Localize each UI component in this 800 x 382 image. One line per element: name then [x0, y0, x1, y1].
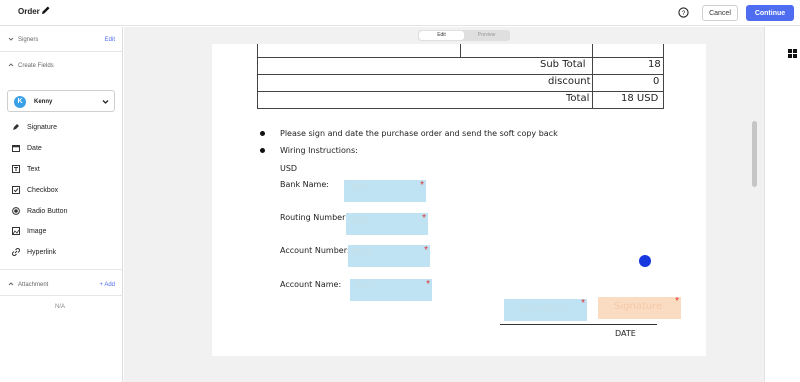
table-border: [257, 74, 664, 75]
document-title: Order: [18, 7, 40, 16]
required-mark: *: [422, 213, 426, 224]
table-border: [257, 91, 664, 92]
currency-text: USD: [280, 164, 298, 173]
date-label: DATE: [615, 329, 636, 338]
attachment-section-header[interactable]: Attachment + Add: [0, 275, 123, 295]
table-border: [460, 44, 461, 57]
account-name-text-field[interactable]: Text *: [350, 279, 432, 301]
cursor-indicator: [639, 255, 651, 267]
signer-avatar: K: [14, 96, 26, 108]
field-placeholder: Text: [353, 281, 374, 292]
continue-button[interactable]: Continue: [746, 5, 794, 21]
field-placeholder: Text: [351, 247, 372, 258]
add-attachment-link[interactable]: + Add: [99, 282, 115, 288]
field-placeholder: Signature: [614, 301, 663, 312]
account-name-label: Account Name:: [280, 280, 342, 289]
table-border: [257, 57, 664, 58]
field-placeholder: Text: [349, 215, 370, 226]
signers-section-header[interactable]: Signers Edit: [0, 30, 123, 50]
signer-name: Kenny: [34, 99, 53, 105]
chevron-down-icon: [8, 37, 14, 41]
pen-nib-icon: [13, 124, 19, 130]
field-label: Image: [27, 228, 47, 235]
subtotal-label: Sub Total: [540, 59, 586, 70]
chevron-up-icon: [8, 63, 14, 67]
calendar-icon: [12, 145, 20, 152]
field-checkbox[interactable]: Checkbox: [12, 184, 117, 198]
field-label: Hyperlink: [27, 249, 57, 256]
help-icon[interactable]: ?: [678, 7, 689, 18]
total-label: Total: [566, 93, 590, 104]
table-border: [257, 108, 664, 109]
create-fields-section-header[interactable]: Create Fields: [0, 56, 123, 76]
discount-value: 0: [653, 76, 660, 87]
signature-field-signer2[interactable]: Signature *: [598, 296, 681, 319]
attachment-empty-text: N/A: [55, 304, 66, 310]
field-label: Radio Button: [27, 208, 68, 215]
table-border: [663, 44, 664, 109]
field-placeholder: Signature: [520, 303, 569, 314]
required-mark: *: [426, 279, 430, 290]
field-label: Signature: [27, 124, 57, 131]
link-icon: [12, 248, 20, 256]
attachment-label: Attachment: [18, 282, 49, 288]
tab-edit[interactable]: Edit: [419, 31, 464, 40]
signer-dropdown[interactable]: K Kenny: [7, 90, 115, 112]
bank-name-text-field[interactable]: Text *: [344, 180, 426, 202]
account-number-text-field[interactable]: Text *: [348, 245, 430, 267]
field-text[interactable]: Text: [12, 163, 117, 177]
text-icon: [12, 165, 20, 173]
field-label: Text: [27, 166, 40, 173]
signature-line: [500, 324, 657, 325]
routing-number-text-field[interactable]: Text *: [346, 213, 428, 235]
field-placeholder: Text: [347, 182, 368, 193]
create-fields-label: Create Fields: [18, 63, 54, 69]
total-value: 18 USD: [621, 93, 659, 104]
left-sidebar: Signers Edit Create Fields K Kenny Signa…: [0, 27, 123, 382]
required-mark: *: [424, 245, 428, 256]
edit-signers-link[interactable]: Edit: [105, 37, 115, 43]
svg-text:?: ?: [682, 10, 686, 17]
chevron-down-icon: [102, 100, 109, 104]
signers-label: Signers: [18, 37, 39, 43]
right-panel: [764, 27, 800, 382]
field-label: Date: [27, 145, 42, 152]
top-bar: Order ? Cancel Continue: [0, 0, 800, 26]
cancel-button[interactable]: Cancel: [702, 5, 738, 21]
checkbox-icon: [12, 186, 20, 194]
field-radio-button[interactable]: Radio Button: [12, 205, 117, 219]
wiring-instructions-text: Wiring Instructions:: [280, 146, 358, 155]
field-hyperlink[interactable]: Hyperlink: [12, 246, 117, 260]
field-image[interactable]: Image: [12, 225, 117, 239]
divider: [0, 51, 123, 52]
bank-name-label: Bank Name:: [280, 180, 329, 189]
field-date[interactable]: Date: [12, 142, 117, 156]
image-icon: [12, 227, 20, 235]
required-mark: *: [675, 296, 679, 307]
routing-number-label: Routing Number:: [280, 213, 348, 222]
required-mark: *: [581, 298, 585, 309]
grid-icon[interactable]: [788, 49, 797, 58]
account-number-label: Account Number:: [280, 246, 350, 255]
instruction-text: Please sign and date the purchase order …: [280, 129, 558, 138]
field-label: Checkbox: [27, 187, 59, 194]
table-border: [592, 44, 593, 109]
mode-tabs: Edit Preview: [418, 30, 510, 41]
radio-icon: [12, 207, 20, 215]
vertical-scrollbar[interactable]: [752, 121, 757, 187]
table-border: [257, 44, 258, 109]
subtotal-value: 18: [648, 59, 661, 70]
chevron-up-icon: [8, 282, 14, 286]
divider: [0, 295, 123, 296]
bullet: [260, 148, 265, 153]
required-mark: *: [420, 180, 424, 191]
divider: [0, 269, 123, 270]
pencil-icon[interactable]: [41, 5, 51, 15]
signature-field-signer1[interactable]: Signature *: [504, 298, 587, 321]
tab-preview[interactable]: Preview: [464, 31, 509, 40]
field-signature[interactable]: Signature: [12, 121, 117, 135]
bullet: [260, 131, 265, 136]
discount-label: discount: [548, 76, 591, 87]
